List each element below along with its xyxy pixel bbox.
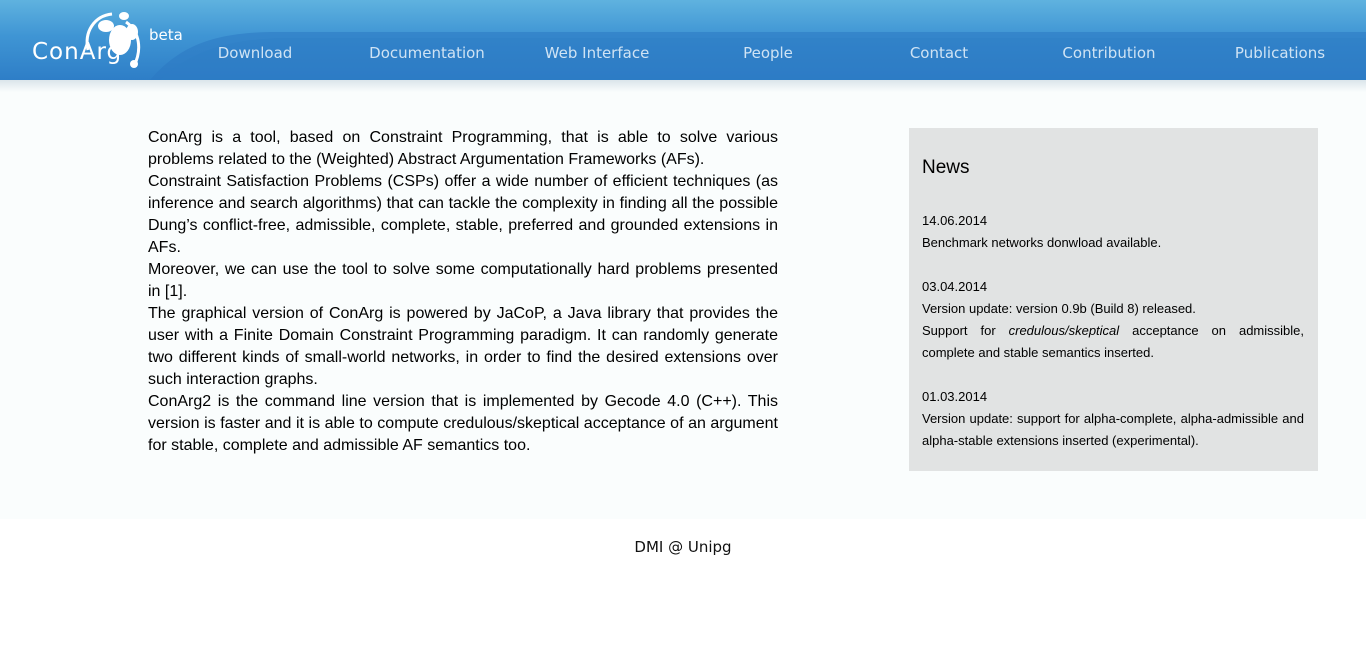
- site-header: ConArg beta Download Documentation Web I…: [0, 0, 1366, 80]
- nav-contribution[interactable]: Contribution: [1024, 44, 1194, 62]
- news-item: 03.04.2014 Version update: version 0.9b …: [922, 276, 1304, 364]
- logo-text: ConArg: [32, 39, 123, 65]
- news-title: News: [922, 157, 970, 178]
- intro-paragraph: ConArg is a tool, based on Constraint Pr…: [148, 129, 778, 168]
- footer-text: DMI @ Unipg: [634, 538, 732, 556]
- intro-paragraph: Constraint Satisfaction Problems (CSPs) …: [148, 173, 778, 256]
- intro-paragraph: Moreover, we can use the tool to solve s…: [148, 261, 778, 300]
- news-date: 14.06.2014: [922, 213, 988, 228]
- news-panel: News 14.06.2014 Benchmark networks donwl…: [909, 128, 1318, 471]
- news-date: 03.04.2014: [922, 279, 988, 294]
- conarg-logo[interactable]: ConArg: [32, 10, 142, 70]
- nav-documentation[interactable]: Documentation: [342, 44, 512, 62]
- main-content: ConArg is a tool, based on Constraint Pr…: [0, 80, 1366, 519]
- intro-paragraph: ConArg2 is the command line version that…: [148, 393, 778, 454]
- news-date: 01.03.2014: [922, 389, 988, 404]
- news-text: Benchmark networks donwload available.: [922, 235, 1162, 250]
- news-item: 14.06.2014 Benchmark networks donwload a…: [922, 210, 1304, 254]
- intro-text: ConArg is a tool, based on Constraint Pr…: [148, 127, 778, 457]
- news-list: 14.06.2014 Benchmark networks donwload a…: [922, 210, 1304, 452]
- news-text-support: Support for credulous/skeptical acceptan…: [922, 323, 1304, 360]
- nav-publications[interactable]: Publications: [1195, 44, 1365, 62]
- news-item: 01.03.2014 Version update: support for a…: [922, 386, 1304, 452]
- news-text: Version update: version 0.9b (Build 8) r…: [922, 301, 1196, 316]
- nav-download[interactable]: Download: [170, 44, 340, 62]
- header-wave-decoration: [150, 32, 1366, 80]
- news-text-part: Support for: [922, 323, 1009, 338]
- news-text-emphasis: credulous/skeptical: [1008, 323, 1120, 338]
- nav-web-interface[interactable]: Web Interface: [512, 44, 682, 62]
- nav-people[interactable]: People: [683, 44, 853, 62]
- beta-badge: beta: [149, 26, 183, 44]
- nav-contact[interactable]: Contact: [854, 44, 1024, 62]
- main-nav: Download Documentation Web Interface Peo…: [170, 44, 1366, 68]
- intro-paragraph: The graphical version of ConArg is power…: [148, 305, 778, 388]
- header-shadow: [0, 80, 1366, 92]
- news-text: Version update: support for alpha-comple…: [922, 411, 1304, 448]
